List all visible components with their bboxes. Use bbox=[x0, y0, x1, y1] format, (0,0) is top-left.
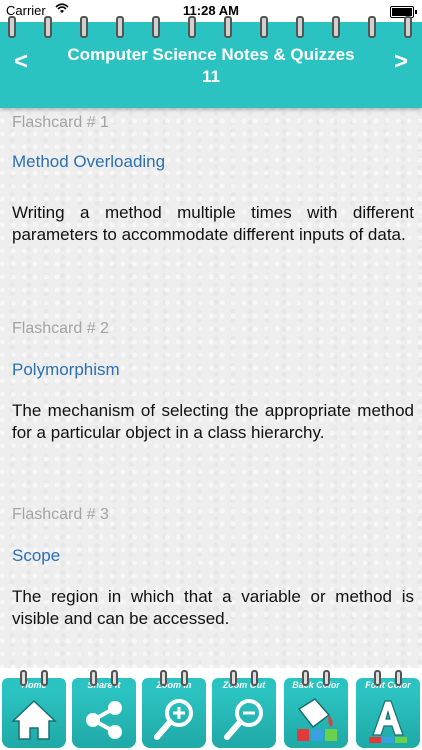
ring-icon bbox=[188, 16, 196, 38]
next-button[interactable]: > bbox=[394, 48, 408, 76]
zoom-in-icon bbox=[154, 699, 193, 740]
paint-bucket-icon bbox=[297, 698, 337, 741]
font-letter-icon bbox=[369, 700, 407, 743]
status-bar: Carrier 11:28 AM bbox=[0, 0, 422, 22]
flashcard-term: Polymorphism bbox=[12, 360, 120, 379]
flashcard: Flashcard # 3 Scope The region in which … bbox=[12, 506, 414, 628]
title-line-1: Computer Science Notes & Quizzes bbox=[67, 45, 355, 64]
flashcard-list[interactable]: Flashcard # 1 Method Overloading Writing… bbox=[0, 108, 422, 668]
flashcard-term: Scope bbox=[12, 546, 61, 565]
share-icon bbox=[86, 701, 122, 739]
font-color-label: Font Color bbox=[356, 670, 420, 692]
flashcard-definition: The region in which that a variable or m… bbox=[12, 587, 414, 628]
share-label: Share it bbox=[72, 670, 136, 692]
zoom-out-label: Zoom Out bbox=[212, 670, 276, 692]
ring-icon bbox=[80, 16, 88, 38]
ring-icon bbox=[368, 16, 376, 38]
back-color-label: Back Color bbox=[284, 670, 348, 692]
flashcard: Flashcard # 2 Polymorphism The mechanism… bbox=[12, 320, 414, 442]
home-icon bbox=[11, 699, 57, 740]
flashcard: Flashcard # 1 Method Overloading Writing… bbox=[12, 114, 414, 244]
bottom-toolbar: Home Share it Zoom In Zoom Out Back Colo… bbox=[0, 668, 422, 750]
previous-button[interactable]: < bbox=[14, 48, 28, 76]
ring-icon bbox=[152, 16, 160, 38]
zoom-in-button[interactable]: Zoom In bbox=[142, 670, 206, 750]
status-time: 11:28 AM bbox=[183, 3, 239, 18]
zoom-out-icon bbox=[224, 699, 263, 740]
back-color-button[interactable]: Back Color bbox=[284, 670, 348, 750]
share-button[interactable]: Share it bbox=[72, 670, 136, 750]
page-title: Computer Science Notes & Quizzes 11 bbox=[40, 44, 382, 88]
binder-rings bbox=[0, 16, 422, 42]
flashcard-term: Method Overloading bbox=[12, 152, 166, 171]
title-line-2: 11 bbox=[202, 67, 220, 86]
header-bar: < Computer Science Notes & Quizzes 11 > bbox=[0, 16, 422, 108]
flashcard-number: Flashcard # 3 bbox=[12, 506, 109, 523]
ring-icon bbox=[332, 16, 340, 38]
flashcard-number: Flashcard # 1 bbox=[12, 114, 109, 131]
flashcard-definition: The mechanism of selecting the appropria… bbox=[12, 401, 414, 442]
flashcard-number: Flashcard # 2 bbox=[12, 320, 109, 337]
zoom-out-button[interactable]: Zoom Out bbox=[212, 670, 276, 750]
font-color-button[interactable]: Font Color bbox=[356, 670, 420, 750]
home-label: Home bbox=[2, 670, 66, 692]
zoom-in-label: Zoom In bbox=[142, 670, 206, 692]
ring-icon bbox=[224, 16, 232, 38]
home-button[interactable]: Home bbox=[2, 670, 66, 750]
ring-icon bbox=[8, 16, 16, 38]
ring-icon bbox=[296, 16, 304, 38]
flashcard-definition: Writing a method multiple times with dif… bbox=[12, 203, 414, 244]
ring-icon bbox=[44, 16, 52, 38]
ring-icon bbox=[260, 16, 268, 38]
ring-icon bbox=[116, 16, 124, 38]
ring-icon bbox=[404, 16, 412, 38]
